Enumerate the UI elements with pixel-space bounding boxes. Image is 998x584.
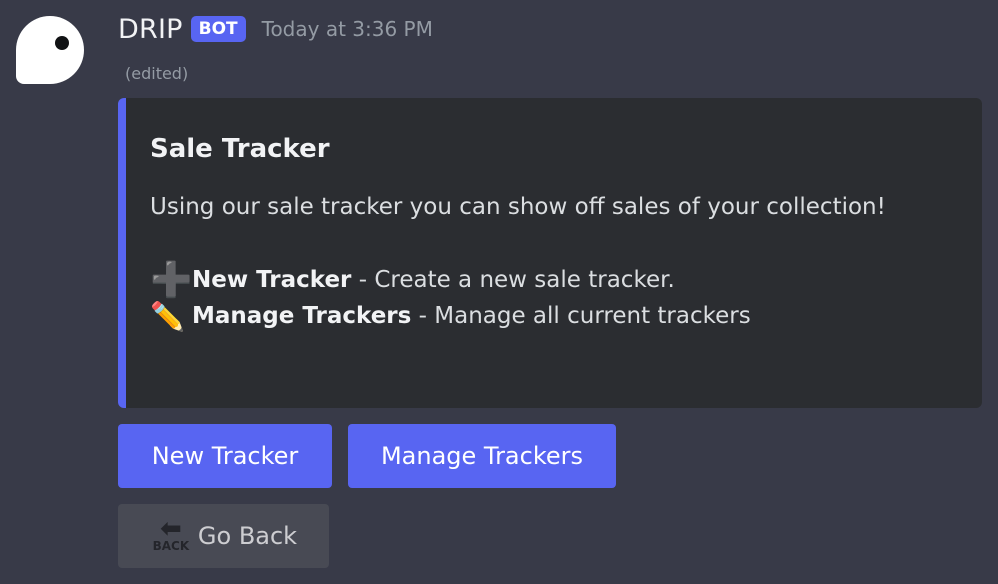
message-header: DRIP BOT Today at 3:36 PM <box>118 10 433 48</box>
embed-line-text: Create a new sale tracker. <box>374 267 675 293</box>
embed-line-text: Manage all current trackers <box>434 303 751 329</box>
chat-message: DRIP BOT Today at 3:36 PM (edited) Sale … <box>0 0 998 584</box>
bot-avatar[interactable] <box>16 16 84 84</box>
embed-line-label: Manage Trackers <box>192 303 412 329</box>
separator: - <box>351 267 375 293</box>
go-back-button[interactable]: ⬅ BACK Go Back <box>118 504 329 568</box>
embed-line-manage-trackers: ✏️ Manage Trackers - Manage all current … <box>150 299 751 333</box>
message-timestamp: Today at 3:36 PM <box>261 17 433 41</box>
embed-line-new-tracker: ➕ New Tracker - Create a new sale tracke… <box>150 260 675 300</box>
embed-card: Sale Tracker Using our sale tracker you … <box>118 98 982 408</box>
back-arrow-icon: ⬅ BACK <box>152 514 190 553</box>
new-tracker-button[interactable]: New Tracker <box>118 424 332 488</box>
plus-icon: ➕ <box>150 260 193 300</box>
embed-title: Sale Tracker <box>150 134 330 164</box>
embed-line-label: New Tracker <box>192 267 352 293</box>
edited-indicator: (edited) <box>125 64 189 83</box>
pencil-icon: ✏️ <box>150 299 185 333</box>
author-name[interactable]: DRIP <box>118 14 183 45</box>
bot-badge: BOT <box>190 16 246 42</box>
go-back-label: Go Back <box>197 522 298 550</box>
manage-trackers-button[interactable]: Manage Trackers <box>348 424 616 488</box>
back-icon-text: BACK <box>152 539 190 553</box>
avatar-eye <box>55 36 69 50</box>
embed-description: Using our sale tracker you can show off … <box>150 194 886 220</box>
separator: - <box>411 303 435 329</box>
